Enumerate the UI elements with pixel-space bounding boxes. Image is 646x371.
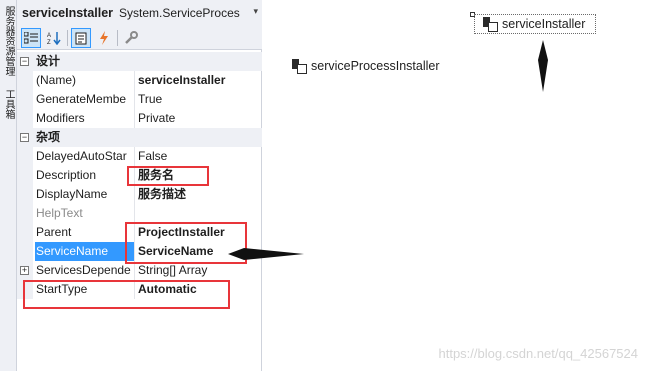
watermark: https://blog.csdn.net/qq_42567524 — [438, 346, 639, 361]
property-row-delayedautostart[interactable]: DelayedAutoStar False — [17, 147, 262, 166]
property-value[interactable]: Private — [137, 109, 262, 128]
chevron-down-icon[interactable]: ▾ — [253, 6, 258, 17]
toolbar-separator — [117, 30, 118, 46]
side-tab-server-explorer[interactable]: 服务器资源管理器 — [0, 2, 17, 80]
component-icon — [292, 59, 307, 74]
side-tab-toolbox[interactable]: 工具箱 — [0, 84, 17, 124]
annotation-box-description — [127, 166, 209, 186]
property-name: ServiceName — [35, 242, 134, 261]
property-name: GenerateMembe — [36, 92, 127, 106]
property-name: DelayedAutoStar — [36, 149, 127, 163]
property-value[interactable]: 服务描述 — [137, 185, 262, 204]
property-name: Parent — [36, 225, 72, 239]
property-row-generatemember[interactable]: GenerateMembe True — [17, 90, 262, 109]
property-name: (Name) — [36, 73, 77, 87]
alphabetical-icon[interactable]: AZ — [44, 28, 64, 48]
svg-text:Z: Z — [47, 40, 51, 45]
collapse-icon[interactable]: − — [20, 57, 29, 66]
categorized-icon[interactable] — [21, 28, 41, 48]
property-name: DisplayName — [36, 187, 108, 201]
property-value — [137, 204, 262, 223]
collapse-icon[interactable]: − — [20, 133, 29, 142]
object-type: System.ServiceProces — [119, 6, 240, 20]
events-icon[interactable] — [94, 28, 114, 48]
properties-icon[interactable] — [71, 28, 91, 48]
property-name: Description — [36, 168, 97, 182]
property-value[interactable]: True — [137, 90, 262, 109]
component-service-installer[interactable]: serviceInstaller — [474, 14, 597, 34]
object-selector[interactable]: serviceInstaller System.ServiceProces ▾ — [17, 0, 262, 26]
property-row-modifiers[interactable]: Modifiers Private — [17, 109, 262, 128]
property-name: ServicesDepende — [36, 263, 131, 277]
property-value[interactable]: False — [137, 147, 262, 166]
category-label: 设计 — [36, 54, 61, 68]
property-pages-icon[interactable] — [121, 28, 141, 48]
property-name: Modifiers — [36, 111, 85, 125]
category-misc[interactable]: − 杂项 — [17, 128, 262, 147]
component-label: serviceProcessInstaller — [311, 59, 440, 73]
component-label: serviceInstaller — [502, 17, 586, 31]
svg-text:A: A — [47, 33, 51, 39]
annotation-box-parent-servicename — [125, 222, 247, 264]
component-icon — [483, 17, 498, 32]
property-name: HelpText — [36, 206, 83, 220]
property-row-helptext[interactable]: HelpText — [17, 204, 262, 223]
side-tool-strip: 服务器资源管理器 工具箱 — [0, 0, 17, 371]
category-design[interactable]: − 设计 — [17, 52, 262, 71]
expand-icon[interactable]: + — [20, 266, 29, 275]
property-row-displayname[interactable]: DisplayName 服务描述 — [17, 185, 262, 204]
annotation-box-starttype — [23, 280, 230, 309]
object-name: serviceInstaller — [22, 6, 114, 20]
component-service-process-installer[interactable]: serviceProcessInstaller — [292, 59, 440, 74]
property-value[interactable]: serviceInstaller — [137, 71, 262, 90]
properties-toolbar: AZ — [17, 26, 262, 50]
designer-surface[interactable] — [263, 0, 646, 371]
category-label: 杂项 — [36, 130, 61, 144]
property-row-name[interactable]: (Name) serviceInstaller — [17, 71, 262, 90]
toolbar-separator — [67, 30, 68, 46]
